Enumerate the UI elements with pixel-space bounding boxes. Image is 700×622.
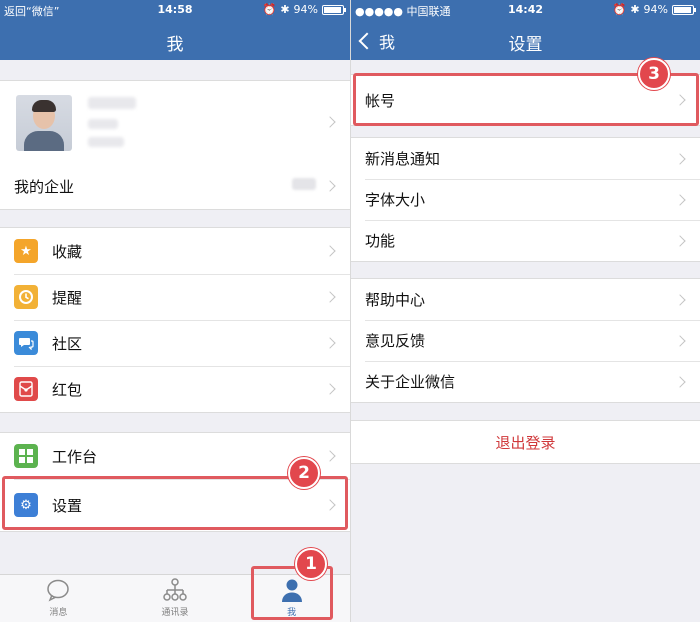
battery-icon bbox=[322, 4, 346, 15]
step-badge-1: 1 bbox=[295, 548, 327, 580]
tab-contacts[interactable]: 通讯录 bbox=[117, 575, 234, 622]
about-label: 关于企业微信 bbox=[365, 373, 456, 391]
org-chart-icon bbox=[163, 578, 187, 601]
page-title: 我 bbox=[166, 35, 184, 55]
font-size-label: 字体大小 bbox=[365, 191, 426, 209]
tab-label: 消息 bbox=[49, 608, 68, 618]
star-icon: ★ bbox=[14, 239, 38, 263]
menu-group: ★ 收藏 提醒 社区 红包 bbox=[0, 227, 350, 413]
alarm-icon: ⏰ bbox=[262, 3, 277, 16]
feedback-label: 意见反馈 bbox=[365, 332, 426, 350]
me-screen: 返回“微信” 14:58 ⏰ ✱ 94% 我 我的企业 ★ 收藏 提醒 社区 红… bbox=[0, 0, 350, 622]
red-packet-icon bbox=[14, 377, 38, 401]
nav-bar: 我 设置 bbox=[351, 20, 700, 60]
new-message-notification-label: 新消息通知 bbox=[365, 150, 441, 168]
features-row[interactable]: 功能 bbox=[351, 220, 700, 261]
battery-icon bbox=[672, 4, 696, 15]
status-bar: ●●●●● 中国联通 14:42 ⏰ ✱ 94% bbox=[351, 0, 700, 20]
battery-percent: 94% bbox=[293, 3, 318, 16]
step-badge-3: 3 bbox=[638, 58, 670, 90]
preferences-group: 新消息通知 字体大小 功能 bbox=[351, 137, 700, 262]
help-center-label: 帮助中心 bbox=[365, 291, 426, 309]
new-message-notification-row[interactable]: 新消息通知 bbox=[351, 138, 700, 179]
step-badge-2: 2 bbox=[288, 457, 320, 489]
about-row[interactable]: 关于企业微信 bbox=[351, 361, 700, 402]
bluetooth-icon: ✱ bbox=[280, 3, 290, 16]
favorites-label: 收藏 bbox=[52, 242, 83, 261]
tab-messages[interactable]: 消息 bbox=[0, 575, 117, 622]
font-size-row[interactable]: 字体大小 bbox=[351, 179, 700, 220]
message-bubble-icon bbox=[47, 579, 70, 602]
blurred-name bbox=[88, 97, 136, 109]
logout-button[interactable]: 退出登录 bbox=[351, 420, 700, 464]
chat-icon bbox=[14, 331, 38, 355]
profile-group: 我的企业 bbox=[0, 80, 350, 210]
blurred-enterprise-name bbox=[292, 178, 316, 190]
red-packet-label: 红包 bbox=[52, 380, 83, 399]
grid-icon bbox=[14, 444, 38, 468]
community-label: 社区 bbox=[52, 334, 83, 353]
nav-bar: 我 bbox=[0, 20, 350, 60]
reminders-row[interactable]: 提醒 bbox=[0, 274, 350, 320]
status-bar: 返回“微信” 14:58 ⏰ ✱ 94% bbox=[0, 0, 350, 20]
favorites-row[interactable]: ★ 收藏 bbox=[0, 228, 350, 274]
clock-icon bbox=[14, 285, 38, 309]
page-title: 设置 bbox=[508, 35, 543, 55]
tab-label: 通讯录 bbox=[161, 608, 189, 618]
avatar bbox=[16, 95, 72, 151]
battery-percent: 94% bbox=[643, 3, 668, 16]
my-enterprise-row[interactable]: 我的企业 bbox=[0, 163, 350, 209]
help-group: 帮助中心 意见反馈 关于企业微信 bbox=[351, 278, 700, 403]
blurred-title bbox=[88, 119, 118, 129]
feedback-row[interactable]: 意见反馈 bbox=[351, 320, 700, 361]
reminders-label: 提醒 bbox=[52, 288, 83, 307]
blurred-detail bbox=[88, 137, 124, 147]
profile-row[interactable] bbox=[0, 81, 350, 163]
alarm-icon: ⏰ bbox=[612, 3, 627, 16]
bluetooth-icon: ✱ bbox=[630, 3, 640, 16]
features-label: 功能 bbox=[365, 232, 396, 250]
red-packet-row[interactable]: 红包 bbox=[0, 366, 350, 412]
community-row[interactable]: 社区 bbox=[0, 320, 350, 366]
chevron-right-icon bbox=[324, 116, 336, 128]
settings-screen: ●●●●● 中国联通 14:42 ⏰ ✱ 94% 我 设置 帐号 新消息通知 字… bbox=[350, 0, 700, 622]
help-center-row[interactable]: 帮助中心 bbox=[351, 279, 700, 320]
